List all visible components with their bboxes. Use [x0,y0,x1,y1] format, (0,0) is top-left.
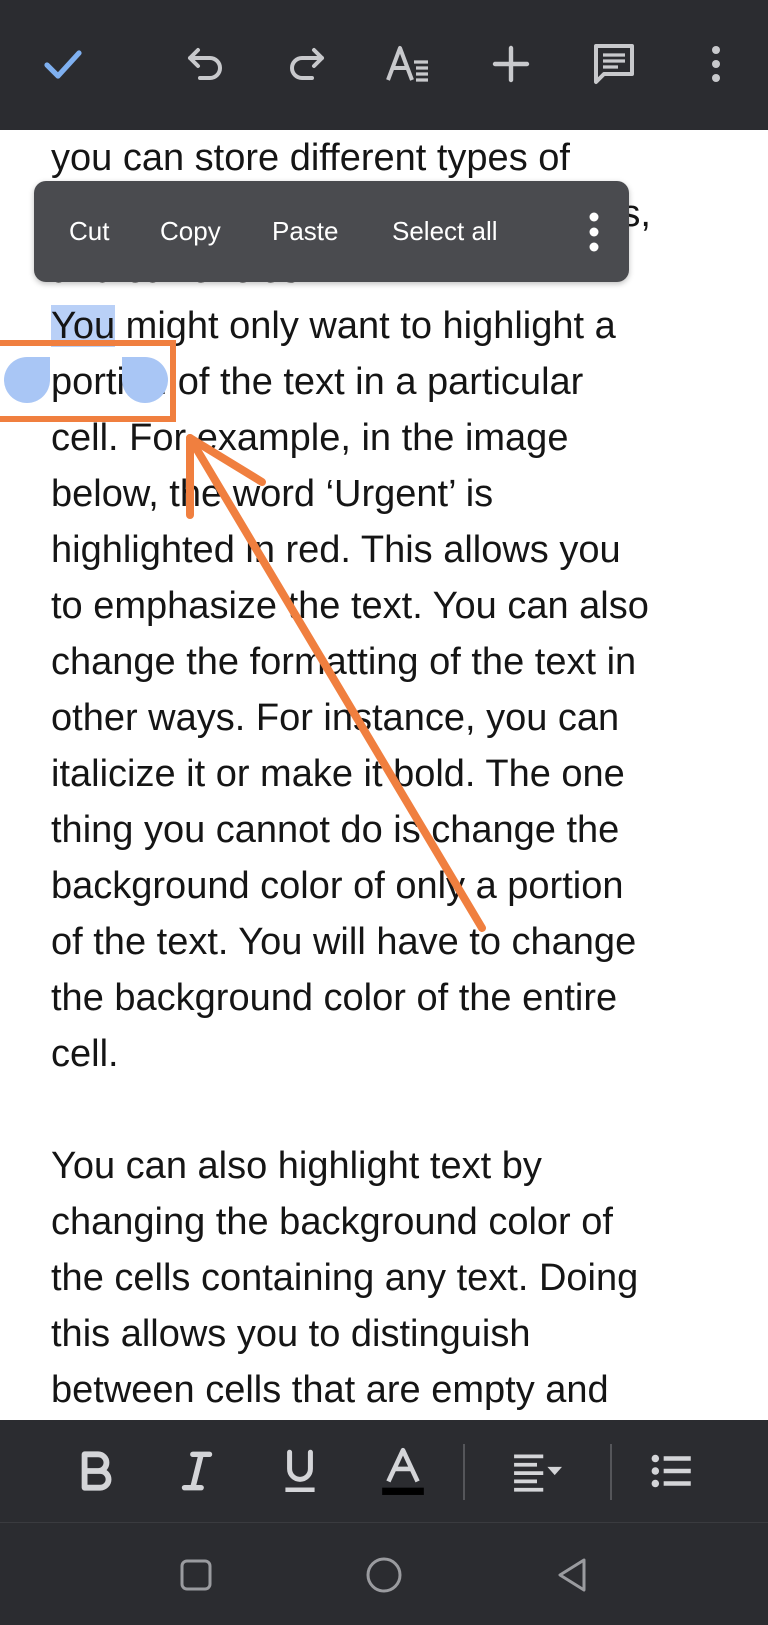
doc-line: to emphasize the text. You can also [51,585,649,627]
check-icon[interactable] [27,28,99,100]
insert-icon[interactable] [475,28,547,100]
redo-icon[interactable] [270,28,342,100]
comment-icon[interactable] [578,28,650,100]
doc-line: the cells containing any text. Doing [51,1257,639,1299]
toolbar-divider [463,1444,465,1500]
bulleted-list-icon[interactable] [635,1434,709,1508]
doc-line: You can also highlight text by [51,1145,542,1187]
doc-line: italicize it or make it bold. The one [51,753,625,795]
paragraph-break [51,1082,751,1138]
doc-line: other ways. For instance, you can [51,697,620,739]
doc-line: between cells that are empty and [51,1369,609,1411]
home-icon[interactable] [354,1545,414,1605]
formatting-toolbar [0,1420,768,1522]
underline-icon[interactable] [263,1434,337,1508]
recent-apps-icon[interactable] [166,1545,226,1605]
doc-line: of the text. You will have to change [51,921,637,963]
document-canvas[interactable]: you can store different types of data li… [0,130,768,1420]
doc-line: highlighted in red. This allows you [51,529,621,571]
system-navigation-bar [0,1522,768,1625]
text-format-icon[interactable] [372,28,444,100]
back-icon[interactable] [542,1545,602,1605]
doc-line: changing the background color of [51,1201,613,1243]
more-options-icon[interactable] [582,209,606,255]
doc-line: change the formatting of the text in [51,641,637,683]
text-selection-menu: Cut Copy Paste Select all [34,181,629,282]
doc-line: the background color of the entire [51,977,618,1019]
copy-button[interactable]: Copy [160,181,221,282]
doc-line: thing you cannot do is change the [51,809,620,851]
doc-line: cell. [51,1033,119,1075]
doc-line: background color of only a portion [51,865,624,907]
text-color-icon[interactable] [366,1434,440,1508]
select-all-button[interactable]: Select all [392,181,498,282]
italic-icon[interactable] [160,1434,234,1508]
cut-button[interactable]: Cut [69,181,109,282]
document-text[interactable]: you can store different types of data li… [51,130,751,1418]
doc-line: below, the word ‘Urgent’ is [51,473,494,515]
doc-line-rest: might only want to highlight a [115,305,616,347]
editor-toolbar [0,0,768,130]
undo-icon[interactable] [170,28,242,100]
doc-line: you can store different types of [51,137,570,179]
toolbar-divider [610,1444,612,1500]
paste-button[interactable]: Paste [272,181,339,282]
bold-icon[interactable] [58,1434,132,1508]
more-vert-icon[interactable] [680,28,752,100]
doc-line: this allows you to distinguish [51,1313,531,1355]
align-dropdown-icon[interactable] [500,1434,574,1508]
annotation-highlight-box [0,340,176,422]
